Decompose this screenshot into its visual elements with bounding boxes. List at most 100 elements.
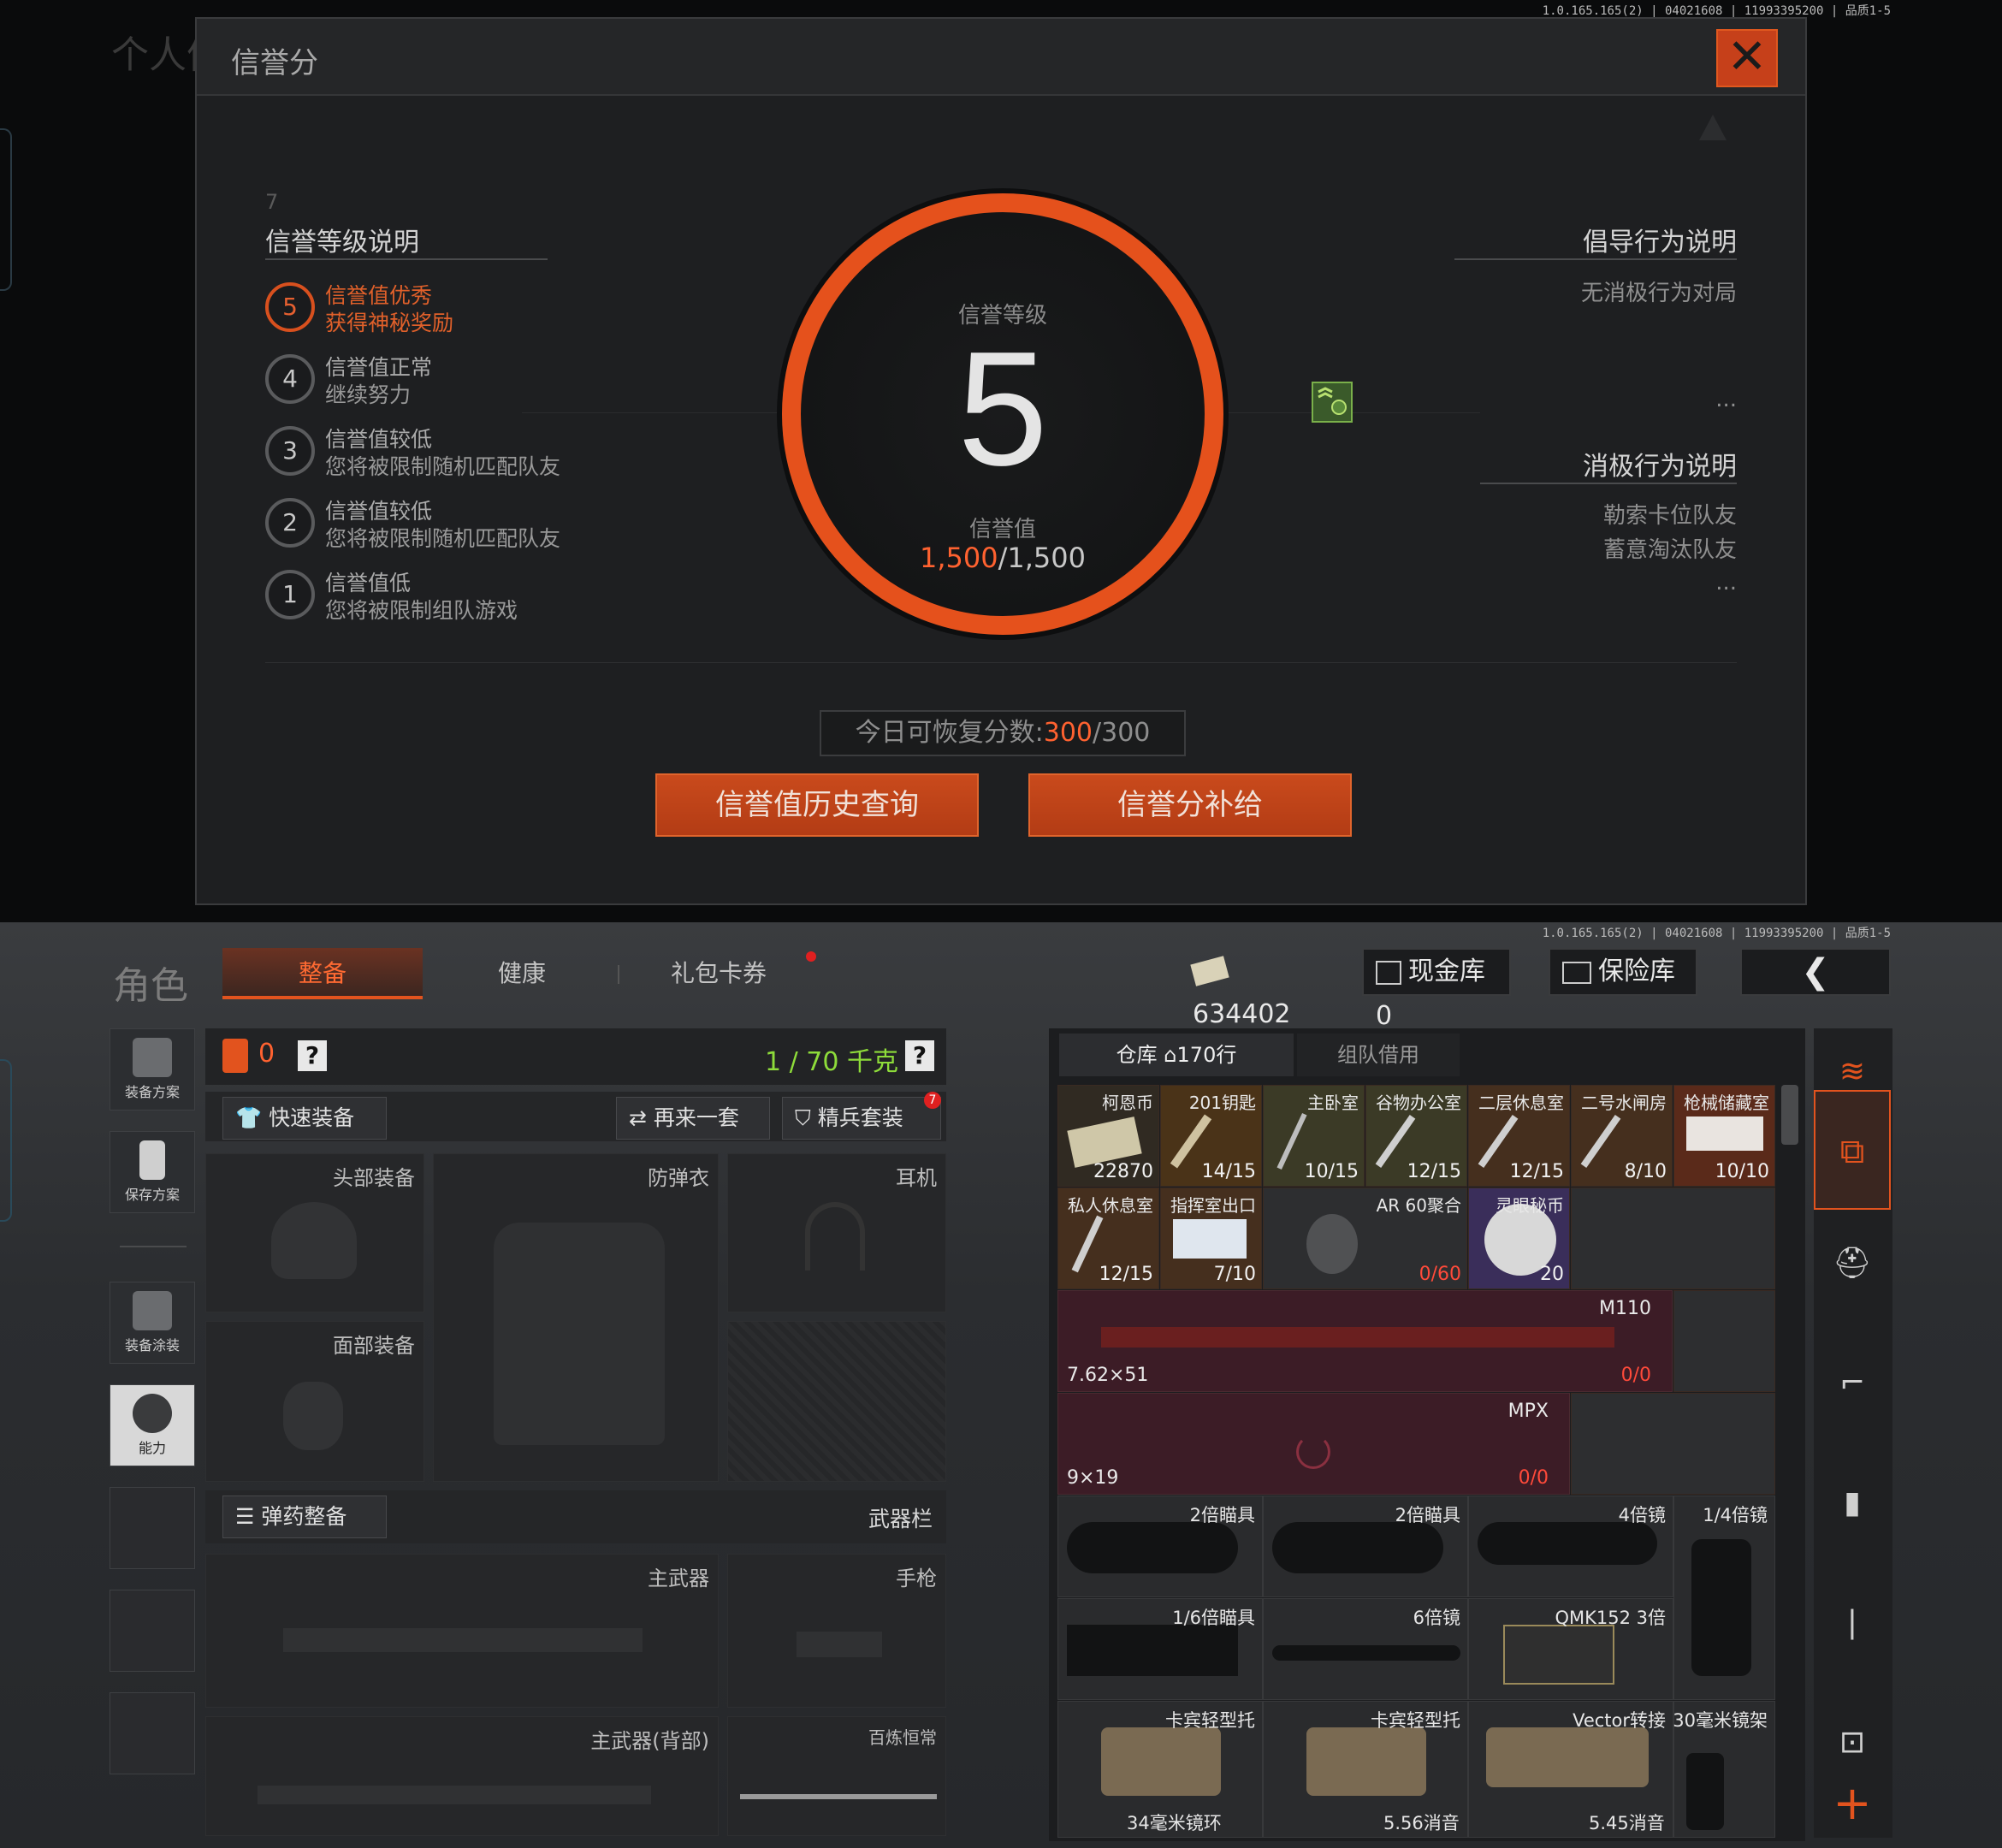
attachment-item[interactable]: 30毫米镜架 — [1673, 1701, 1775, 1838]
attachment-item[interactable]: Vector转接 5.45消音 — [1468, 1701, 1673, 1838]
close-button[interactable]: ✕ — [1716, 29, 1778, 87]
helmet-icon — [271, 1202, 357, 1279]
negative-item: 蓄意淘汰队友 — [1602, 537, 1737, 563]
item-cell[interactable]: 谷物办公室 12/15 — [1365, 1085, 1467, 1187]
locked-slot — [727, 1321, 946, 1482]
left-edge-tab — [0, 1059, 12, 1222]
download-icon — [139, 1140, 165, 1180]
attachment-item[interactable]: 2倍瞄具 — [1057, 1496, 1263, 1597]
item-name: 主卧室 — [1307, 1093, 1359, 1113]
item-name: 谷物办公室 — [1376, 1093, 1461, 1113]
save-plan-button[interactable]: 保存方案 — [110, 1131, 195, 1213]
add-button[interactable]: + — [1814, 1769, 1891, 1838]
weapon-item[interactable]: M110 7.62×51 0/0 — [1057, 1290, 1673, 1392]
level-row-4: 4 信誉值正常 继续努力 — [265, 351, 607, 409]
item-cell[interactable]: 主卧室 10/15 — [1263, 1085, 1365, 1187]
attachment-item[interactable]: 4倍镜 — [1468, 1496, 1673, 1597]
attachment-name: QMK152 3倍 — [1555, 1608, 1666, 1628]
key-icon — [1375, 1115, 1416, 1168]
ammo-equip-button[interactable]: ☰ 弹药整备 — [222, 1496, 387, 1538]
attachment-name: 卡宾轻型托 — [1371, 1710, 1460, 1731]
more-ellipsis: ... — [1715, 387, 1737, 412]
history-query-button[interactable]: 信誉值历史查询 — [655, 773, 979, 837]
attachment-name: Vector转接 — [1573, 1710, 1666, 1731]
attachment-name: 4倍镜 — [1618, 1505, 1666, 1525]
rifle-icon[interactable]: ⌐ — [1814, 1345, 1891, 1422]
all-items-icon[interactable]: ⧉ — [1814, 1090, 1891, 1210]
safe-button[interactable]: 保险库 — [1549, 948, 1697, 996]
item-cell[interactable]: 指挥室出口 7/10 — [1160, 1188, 1262, 1289]
item-cell[interactable]: 枪械储藏室 10/10 — [1673, 1085, 1775, 1187]
cash-vault-button[interactable]: 现金库 0 — [1362, 948, 1511, 1031]
attachment-name: 1/4倍镜 — [1703, 1505, 1768, 1525]
item-cell[interactable]: 柯恩币 22870 — [1057, 1085, 1159, 1187]
help-icon[interactable]: ? — [905, 1040, 934, 1071]
item-cell[interactable]: 私人休息室 12/15 — [1057, 1188, 1159, 1289]
attachment-item[interactable]: 2倍瞄具 — [1263, 1496, 1468, 1597]
face-slot[interactable]: 面部装备 — [205, 1321, 424, 1482]
level-badge: 2 — [265, 498, 315, 548]
bullet-icon[interactable]: ❘ — [1814, 1584, 1891, 1661]
magazine-icon[interactable]: ▮ — [1814, 1465, 1891, 1542]
weapon-name: M110 — [1599, 1298, 1651, 1319]
ear-slot[interactable]: 耳机 — [727, 1153, 946, 1312]
tab-gift-cards[interactable]: 礼包卡券 — [650, 948, 787, 999]
vest-slot[interactable]: 防弹衣 — [433, 1153, 719, 1482]
attachment-item[interactable]: 6倍镜 — [1263, 1598, 1468, 1700]
divider — [265, 662, 1737, 663]
item-cell[interactable]: 201钥匙 14/15 — [1160, 1085, 1262, 1187]
attachment-item[interactable]: QMK152 3倍 — [1468, 1598, 1673, 1700]
attachment-name: 卡宾轻型托 — [1165, 1710, 1255, 1731]
primary-weapon-slot[interactable]: 主武器 — [205, 1554, 719, 1708]
elite-set-button[interactable]: ⛉ 精兵套装 — [782, 1097, 941, 1140]
weapon-item[interactable]: MPX 9×19 0/0 — [1057, 1393, 1570, 1495]
credit-value-current: 1,500 — [920, 542, 998, 574]
tab-health[interactable]: 健康 — [462, 948, 582, 999]
team-borrow-tab[interactable]: 组队借用 — [1297, 1034, 1460, 1076]
head-slot[interactable]: 头部装备 — [205, 1153, 424, 1312]
side-label: 装备涂装 — [124, 1337, 180, 1353]
item-cell[interactable]: AR 60聚合 0/60 — [1263, 1188, 1467, 1289]
ability-button[interactable]: 能力 — [110, 1384, 195, 1466]
deco-number: 7 — [265, 190, 279, 214]
item-cell[interactable]: 灵眼秘币 20 — [1468, 1188, 1570, 1289]
help-icon[interactable]: ? — [298, 1040, 327, 1071]
empty-cell[interactable] — [1571, 1393, 1775, 1495]
lightning-icon — [133, 1394, 172, 1433]
credit-supply-button[interactable]: 信誉分补给 — [1028, 773, 1352, 837]
loadout-plan-button[interactable]: 装备方案 — [110, 1028, 195, 1111]
empty-cell[interactable] — [1673, 1290, 1775, 1392]
helmet-icon — [133, 1291, 172, 1330]
stock-icon — [1306, 1727, 1426, 1796]
attachment-item[interactable]: 1/6倍瞄具 — [1057, 1598, 1263, 1700]
rifle-icon — [258, 1786, 651, 1804]
pistol-slot[interactable]: 手枪 — [727, 1554, 946, 1708]
equipment-skin-button[interactable]: 装备涂装 — [110, 1282, 195, 1364]
attachment-name: 30毫米镜架 — [1673, 1710, 1768, 1731]
attachment-item[interactable]: 1/4倍镜 — [1673, 1496, 1775, 1700]
quick-equip-button[interactable]: 👕 快速装备 — [222, 1097, 387, 1140]
safe-icon — [1562, 961, 1591, 984]
page-title: 角色 — [113, 964, 188, 1008]
back-button[interactable]: ❮ — [1740, 948, 1891, 996]
item-cell[interactable]: 二号水闸房 8/10 — [1571, 1085, 1673, 1187]
attachment-item[interactable]: 卡宾轻型托 34毫米镜环 — [1057, 1701, 1263, 1838]
weapon-caliber: 7.62×51 — [1067, 1365, 1149, 1386]
again-button[interactable]: ⇄ 再来一套 — [616, 1097, 770, 1140]
attachment-item[interactable]: 卡宾轻型托 5.56消音 — [1263, 1701, 1468, 1838]
vest-icon — [494, 1223, 665, 1445]
scrollbar-thumb[interactable] — [1781, 1085, 1798, 1145]
tab-equip[interactable]: 整备 — [222, 948, 423, 999]
warehouse-tab[interactable]: 仓库 ⌂170行 — [1059, 1034, 1294, 1076]
item-name: 柯恩币 — [1102, 1093, 1153, 1113]
helmet-icon[interactable]: ⛑ — [1814, 1225, 1891, 1302]
melee-slot[interactable]: 百炼恒常 — [727, 1716, 946, 1836]
rank-insignia-icon — [1312, 382, 1353, 423]
scope-icon — [1272, 1522, 1443, 1573]
primary-back-slot[interactable]: 主武器(背部) — [205, 1716, 719, 1836]
rifle-icon — [1101, 1327, 1614, 1348]
level-row-3: 3 信誉值较低 您将被限制随机匹配队友 — [265, 423, 607, 481]
item-cell[interactable]: 二层休息室 12/15 — [1468, 1085, 1570, 1187]
recover-current: 300 — [1043, 718, 1093, 748]
empty-cell[interactable] — [1571, 1188, 1775, 1289]
